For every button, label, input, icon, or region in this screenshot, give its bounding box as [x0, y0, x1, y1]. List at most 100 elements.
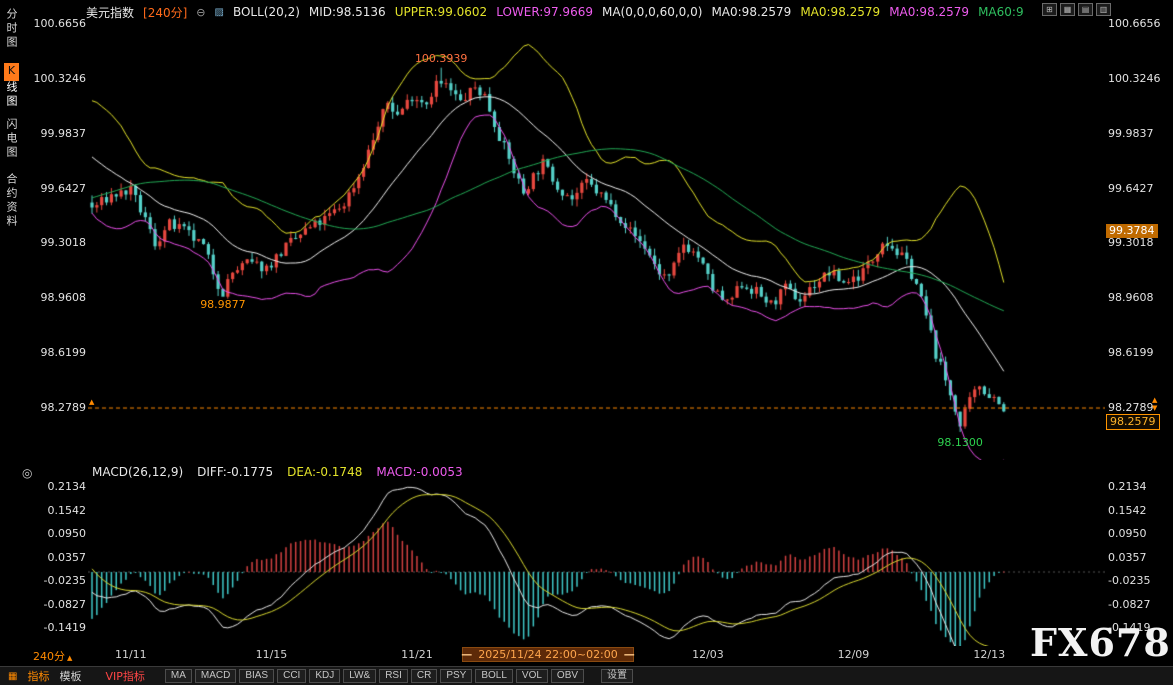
x-axis-date-label: 12/03 — [692, 648, 724, 661]
ma0-value-2: MA0:98.2579 — [800, 5, 880, 19]
indicator-button-lw[interactable]: LW& — [343, 669, 376, 683]
time-range-scrollbar[interactable]: — 2025/11/24 22:00~02:00 — — [462, 647, 634, 662]
boll-lower-value: LOWER:97.9669 — [496, 5, 593, 19]
range-label: 2025/11/24 22:00~02:00 — [478, 648, 618, 661]
indicator-button-cr[interactable]: CR — [411, 669, 437, 683]
window-layout-controls: ⊞ ▦ ▤ ▥ — [1042, 3, 1111, 16]
macd-label: MACD(26,12,9) — [92, 465, 183, 479]
price-annotation: 98.1300 — [937, 436, 983, 449]
sidebar-tab-timeshare[interactable]: 分时图 — [3, 8, 19, 50]
macd-axis-label-right: -0.0827 — [1108, 598, 1164, 611]
price-axis-label-left: 100.3246 — [30, 72, 86, 85]
collapse-indicator-icon[interactable]: ◎ — [22, 466, 32, 480]
ma0-value-1: MA0:98.2579 — [711, 5, 791, 19]
macd-axis-label-left: -0.0235 — [30, 574, 86, 587]
current-price-badge: 98.2579 — [1106, 414, 1160, 430]
price-axis-label-right: 98.6199 — [1108, 346, 1164, 359]
macd-axis-label-left: -0.0827 — [30, 598, 86, 611]
layout-rows-icon[interactable]: ▤ — [1078, 3, 1093, 16]
price-chart-canvas[interactable] — [88, 24, 1105, 460]
macd-axis-label-right: 0.1542 — [1108, 504, 1164, 517]
range-right-handle-icon[interactable]: — — [624, 648, 635, 661]
ma-group-label: MA(0,0,0,60,0,0) — [602, 5, 702, 19]
price-annotation: 98.9877 — [200, 298, 246, 311]
price-axis-label-right: 100.3246 — [1108, 72, 1164, 85]
sidebar-tab-contract-info[interactable]: 合约资料 — [3, 173, 19, 229]
boll-chip-icon: ▨ — [215, 7, 224, 18]
x-period-selector[interactable]: 240分▲ — [33, 648, 72, 664]
macd-axis-label-left: 0.0357 — [30, 551, 86, 564]
tab-vip-indicators[interactable]: VIP指标 — [105, 668, 144, 684]
indicator-buttons-group: MAMACDBIASCCIKDJLW&RSICRPSYBOLLVOLOBV 设置 — [165, 669, 633, 683]
macd-chart-canvas[interactable] — [88, 480, 1105, 646]
price-axis-label-left: 98.9608 — [30, 291, 86, 304]
macd-axis-label-right: -0.0235 — [1108, 574, 1164, 587]
indicator-button-macd[interactable]: MACD — [195, 669, 236, 683]
x-axis-date-label: 11/21 — [401, 648, 433, 661]
x-period-label: 240分 — [33, 650, 65, 663]
macd-header: MACD(26,12,9) DIFF:-0.1775 DEA:-0.1748 M… — [92, 465, 463, 479]
tab-indicators[interactable]: 指标 — [27, 668, 49, 684]
minus-circle-icon[interactable]: ⊖ — [196, 6, 205, 19]
x-axis-date-label: 12/13 — [973, 648, 1005, 661]
chart-header: 美元指数 [240分] ⊖ ▨ BOLL(20,2) MID:98.5136 U… — [86, 2, 1024, 22]
price-axis-label-right: 99.3018 — [1108, 236, 1164, 249]
brand-watermark: FX678 — [1030, 620, 1171, 665]
indicator-button-cci[interactable]: CCI — [277, 669, 306, 683]
boll-upper-value: UPPER:99.0602 — [395, 5, 487, 19]
layout-grid-icon[interactable]: ⊞ — [1042, 3, 1057, 16]
axis-badge-upper: 99.3784 — [1106, 224, 1158, 238]
price-spinner-up-icon: ▲ — [1152, 396, 1157, 404]
price-axis-label-left: 99.6427 — [30, 182, 86, 195]
price-line-arrow-left-icon: ▲ — [89, 398, 94, 406]
indicator-button-bias[interactable]: BIAS — [239, 669, 274, 683]
symbol-title: 美元指数 — [86, 4, 134, 21]
indicator-grid-icon[interactable]: ▦ — [8, 671, 17, 682]
macd-diff-value: DIFF:-0.1775 — [197, 465, 273, 479]
macd-axis-label-left: 0.2134 — [30, 480, 86, 493]
price-axis-label-left: 98.2789 — [30, 401, 86, 414]
ma60-value: MA60:9 — [978, 5, 1024, 19]
settings-button[interactable]: 设置 — [601, 669, 633, 683]
price-annotation: 100.3939 — [415, 52, 468, 65]
sidebar-tab-kline[interactable]: K线图 — [3, 63, 19, 109]
range-left-handle-icon[interactable]: — — [461, 648, 472, 661]
x-axis-date-label: 11/15 — [256, 648, 288, 661]
macd-axis-label-left: 0.0950 — [30, 527, 86, 540]
bottom-toolbar: ▦ 指标 模板 VIP指标 MAMACDBIASCCIKDJLW&RSICRPS… — [0, 666, 1173, 685]
macd-dea-value: DEA:-0.1748 — [287, 465, 362, 479]
boll-label: BOLL(20,2) — [233, 5, 300, 19]
x-axis-date-label: 11/11 — [115, 648, 147, 661]
price-axis-label-right: 99.6427 — [1108, 182, 1164, 195]
tab-templates[interactable]: 模板 — [59, 668, 81, 684]
indicator-button-vol[interactable]: VOL — [516, 669, 548, 683]
price-axis-label-left: 100.6656 — [30, 17, 86, 30]
price-axis-label-left: 99.3018 — [30, 236, 86, 249]
indicator-button-psy[interactable]: PSY — [440, 669, 472, 683]
indicator-button-boll[interactable]: BOLL — [475, 669, 513, 683]
price-axis-label-right: 98.9608 — [1108, 291, 1164, 304]
indicator-button-kdj[interactable]: KDJ — [309, 669, 340, 683]
period-label[interactable]: [240分] — [143, 4, 187, 21]
boll-mid-value: MID:98.5136 — [309, 5, 386, 19]
indicator-button-rsi[interactable]: RSI — [379, 669, 408, 683]
layout-cols-icon[interactable]: ▥ — [1096, 3, 1111, 16]
macd-axis-label-right: 0.2134 — [1108, 480, 1164, 493]
price-axis-label-right: 100.6656 — [1108, 17, 1164, 30]
macd-axis-label-right: 0.0357 — [1108, 551, 1164, 564]
period-arrow-icon: ▲ — [67, 654, 72, 662]
price-spinner-down-icon: ▼ — [1152, 404, 1157, 412]
price-axis-label-left: 98.6199 — [30, 346, 86, 359]
indicator-button-obv[interactable]: OBV — [551, 669, 584, 683]
trading-app-window: 美元指数 [240分] ⊖ ▨ BOLL(20,2) MID:98.5136 U… — [0, 0, 1173, 685]
layout-quad-icon[interactable]: ▦ — [1060, 3, 1075, 16]
price-axis-label-right: 99.9837 — [1108, 127, 1164, 140]
macd-axis-label-left: -0.1419 — [30, 621, 86, 634]
sidebar-tab-lightning[interactable]: 闪电图 — [3, 118, 19, 160]
macd-axis-label-left: 0.1542 — [30, 504, 86, 517]
macd-axis-label-right: 0.0950 — [1108, 527, 1164, 540]
macd-macd-value: MACD:-0.0053 — [376, 465, 462, 479]
indicator-button-ma[interactable]: MA — [165, 669, 192, 683]
price-axis-label-left: 99.9837 — [30, 127, 86, 140]
x-axis-date-label: 12/09 — [838, 648, 870, 661]
